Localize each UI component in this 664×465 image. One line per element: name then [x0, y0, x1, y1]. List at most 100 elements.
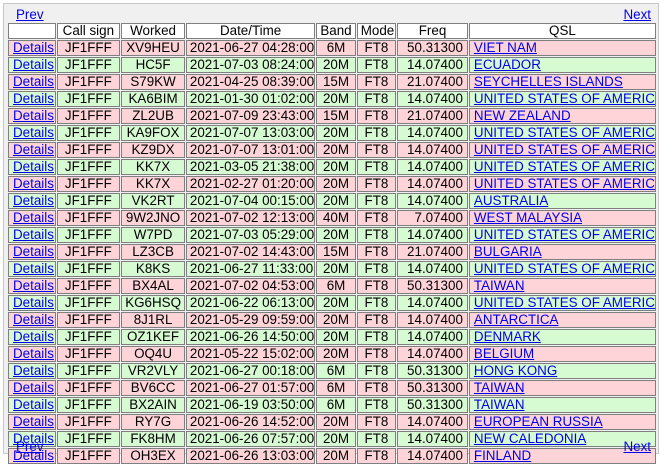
details-link[interactable]: Details [13, 262, 54, 276]
details-link[interactable]: Details [13, 194, 54, 208]
details-link[interactable]: Details [13, 75, 54, 89]
qsl-country-link[interactable]: BELGIUM [474, 347, 534, 361]
datetime-cell: 2021-04-25 08:39:00 [185, 74, 316, 90]
table-row: Details JF1FFF KK7X 2021-03-05 21:38:00 20M F… [8, 159, 656, 175]
qsl-country-link[interactable]: ANTARCTICA [474, 313, 559, 327]
table-row: Details JF1FFF BX2AIN 2021-06-19 03:50:00 6M… [8, 397, 656, 413]
qsl-country-link[interactable]: WEST MALAYSIA [474, 211, 582, 225]
qsl-country-link[interactable]: HONG KONG [474, 364, 557, 378]
datetime-cell: 2021-07-09 23:43:00 [185, 108, 316, 124]
prev-page-link[interactable]: Prev [16, 439, 44, 455]
details-link[interactable]: Details [13, 143, 54, 157]
qsl-country-link[interactable]: NEW ZEALAND [474, 109, 571, 123]
details-link[interactable]: Details [13, 160, 54, 174]
column-header-mode: Mode [356, 23, 397, 39]
qsl-country-link[interactable]: BULGARIA [474, 245, 542, 259]
datetime-cell: 2021-07-02 12:13:00 [185, 210, 316, 226]
worked-cell: XV9HEU [121, 40, 185, 56]
qsl-country-link[interactable]: ECUADOR [474, 58, 541, 72]
next-page-link[interactable]: Next [623, 7, 651, 23]
datetime-cell: 2021-07-07 13:03:00 [185, 125, 316, 141]
details-link[interactable]: Details [13, 228, 54, 242]
table-row: Details JF1FFF KA9FOX 2021-07-07 13:03:00 20… [8, 125, 656, 141]
details-link[interactable]: Details [13, 330, 54, 344]
table-row: Details JF1FFF S79KW 2021-04-25 08:39:00 15M… [8, 74, 656, 90]
qsl-country-link[interactable]: EUROPEAN RUSSIA [474, 415, 603, 429]
mode-cell: FT8 [356, 414, 397, 430]
call-sign-cell: JF1FFF [56, 142, 121, 158]
mode-cell: FT8 [356, 108, 397, 124]
details-link[interactable]: Details [13, 398, 54, 412]
freq-cell: 14.07400 [397, 261, 468, 277]
freq-cell: 7.07400 [397, 210, 468, 226]
qsl-country-link[interactable]: UNITED STATES OF AMERICA [474, 296, 655, 310]
datetime-cell: 2021-02-27 01:20:00 [185, 176, 316, 192]
band-cell: 20M [316, 295, 356, 311]
qsl-country-link[interactable]: DENMARK [474, 330, 541, 344]
qsl-country-link[interactable]: TAIWAN [474, 398, 525, 412]
table-row: Details JF1FFF 9W2JNO 2021-07-02 12:13:00 40… [8, 210, 656, 226]
details-link[interactable]: Details [13, 126, 54, 140]
pagination-bottom: Prev Next [4, 439, 658, 455]
qsl-country-cell: ECUADOR [468, 57, 656, 73]
next-page-link[interactable]: Next [623, 439, 651, 455]
mode-cell: FT8 [356, 40, 397, 56]
qsl-country-link[interactable]: UNITED STATES OF AMERICA [474, 143, 655, 157]
table-row: Details JF1FFF KK7X 2021-02-27 01:20:00 20M F… [8, 176, 656, 192]
freq-cell: 50.31300 [397, 363, 468, 379]
freq-cell: 14.07400 [397, 312, 468, 328]
prev-page-link[interactable]: Prev [16, 7, 44, 23]
qsl-country-link[interactable]: TAIWAN [474, 381, 525, 395]
details-link[interactable]: Details [13, 347, 54, 361]
details-link[interactable]: Details [13, 296, 54, 310]
table-row: Details JF1FFF OZ1KEF 2021-06-26 14:50:00 20… [8, 329, 656, 345]
worked-cell: OZ1KEF [121, 329, 185, 345]
details-link[interactable]: Details [13, 58, 54, 72]
details-cell: Details [8, 210, 56, 226]
qsl-country-cell: TAIWAN [468, 397, 656, 413]
call-sign-cell: JF1FFF [56, 414, 121, 430]
details-link[interactable]: Details [13, 177, 54, 191]
worked-cell: 9W2JNO [121, 210, 185, 226]
worked-cell: KG6HSQ [121, 295, 185, 311]
details-link[interactable]: Details [13, 211, 54, 225]
qsl-country-link[interactable]: UNITED STATES OF AMERICA [474, 92, 655, 106]
mode-cell: FT8 [356, 261, 397, 277]
details-cell: Details [8, 40, 56, 56]
qsl-country-link[interactable]: UNITED STATES OF AMERICA [474, 262, 655, 276]
freq-cell: 50.31300 [397, 278, 468, 294]
details-link[interactable]: Details [13, 279, 54, 293]
details-link[interactable]: Details [13, 92, 54, 106]
datetime-cell: 2021-07-02 14:43:00 [185, 244, 316, 260]
qsl-country-link[interactable]: UNITED STATES OF AMERICA [474, 177, 655, 191]
details-cell: Details [8, 295, 56, 311]
qsl-country-cell: HONG KONG [468, 363, 656, 379]
band-cell: 20M [316, 91, 356, 107]
datetime-cell: 2021-05-29 09:59:00 [185, 312, 316, 328]
qsl-country-cell: UNITED STATES OF AMERICA [468, 142, 656, 158]
details-link[interactable]: Details [13, 245, 54, 259]
freq-cell: 14.07400 [397, 193, 468, 209]
table-row: Details JF1FFF BV6CC 2021-06-27 01:57:00 6M F… [8, 380, 656, 396]
details-link[interactable]: Details [13, 313, 54, 327]
freq-cell: 21.07400 [397, 74, 468, 90]
worked-cell: KA6BIM [121, 91, 185, 107]
qsl-country-link[interactable]: UNITED STATES OF AMERICA [474, 126, 655, 140]
qsl-country-link[interactable]: VIET NAM [474, 41, 537, 55]
band-cell: 6M [316, 380, 356, 396]
qsl-country-link[interactable]: UNITED STATES OF AMERICA [474, 228, 655, 242]
details-link[interactable]: Details [13, 381, 54, 395]
details-link[interactable]: Details [13, 41, 54, 55]
qsl-country-link[interactable]: AUSTRALIA [474, 194, 548, 208]
call-sign-cell: JF1FFF [56, 295, 121, 311]
details-link[interactable]: Details [13, 364, 54, 378]
qsl-country-link[interactable]: TAIWAN [474, 279, 525, 293]
details-link[interactable]: Details [13, 415, 54, 429]
details-link[interactable]: Details [13, 109, 54, 123]
qsl-country-link[interactable]: UNITED STATES OF AMERICA [474, 160, 655, 174]
band-cell: 15M [316, 244, 356, 260]
qsl-country-link[interactable]: SEYCHELLES ISLANDS [474, 75, 623, 89]
datetime-cell: 2021-06-22 06:13:00 [185, 295, 316, 311]
freq-cell: 14.07400 [397, 125, 468, 141]
qsl-country-cell: UNITED STATES OF AMERICA [468, 261, 656, 277]
